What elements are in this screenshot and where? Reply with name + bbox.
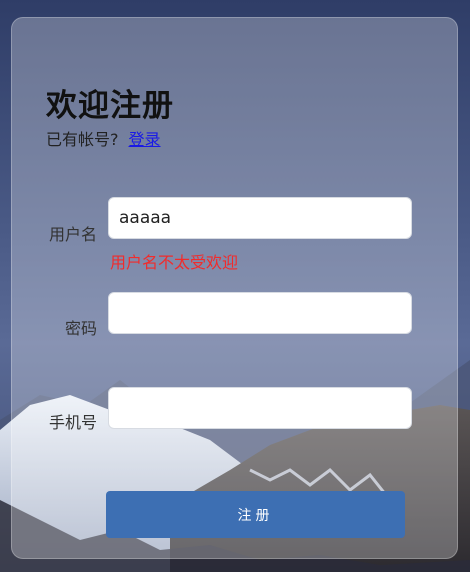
password-input[interactable] bbox=[108, 292, 412, 334]
password-label: 密码 bbox=[64, 319, 97, 338]
phone-input[interactable] bbox=[108, 387, 412, 429]
username-label: 用户名 bbox=[48, 225, 97, 244]
username-input[interactable] bbox=[108, 197, 412, 239]
login-prompt-text: 已有帐号? bbox=[46, 130, 119, 149]
login-prompt-row: 已有帐号? 登录 bbox=[46, 130, 161, 150]
phone-label: 手机号 bbox=[48, 413, 97, 432]
page-title: 欢迎注册 bbox=[46, 88, 174, 124]
register-button[interactable]: 注册 bbox=[106, 491, 405, 538]
username-error-message: 用户名不太受欢迎 bbox=[110, 253, 239, 272]
login-link[interactable]: 登录 bbox=[129, 130, 161, 149]
